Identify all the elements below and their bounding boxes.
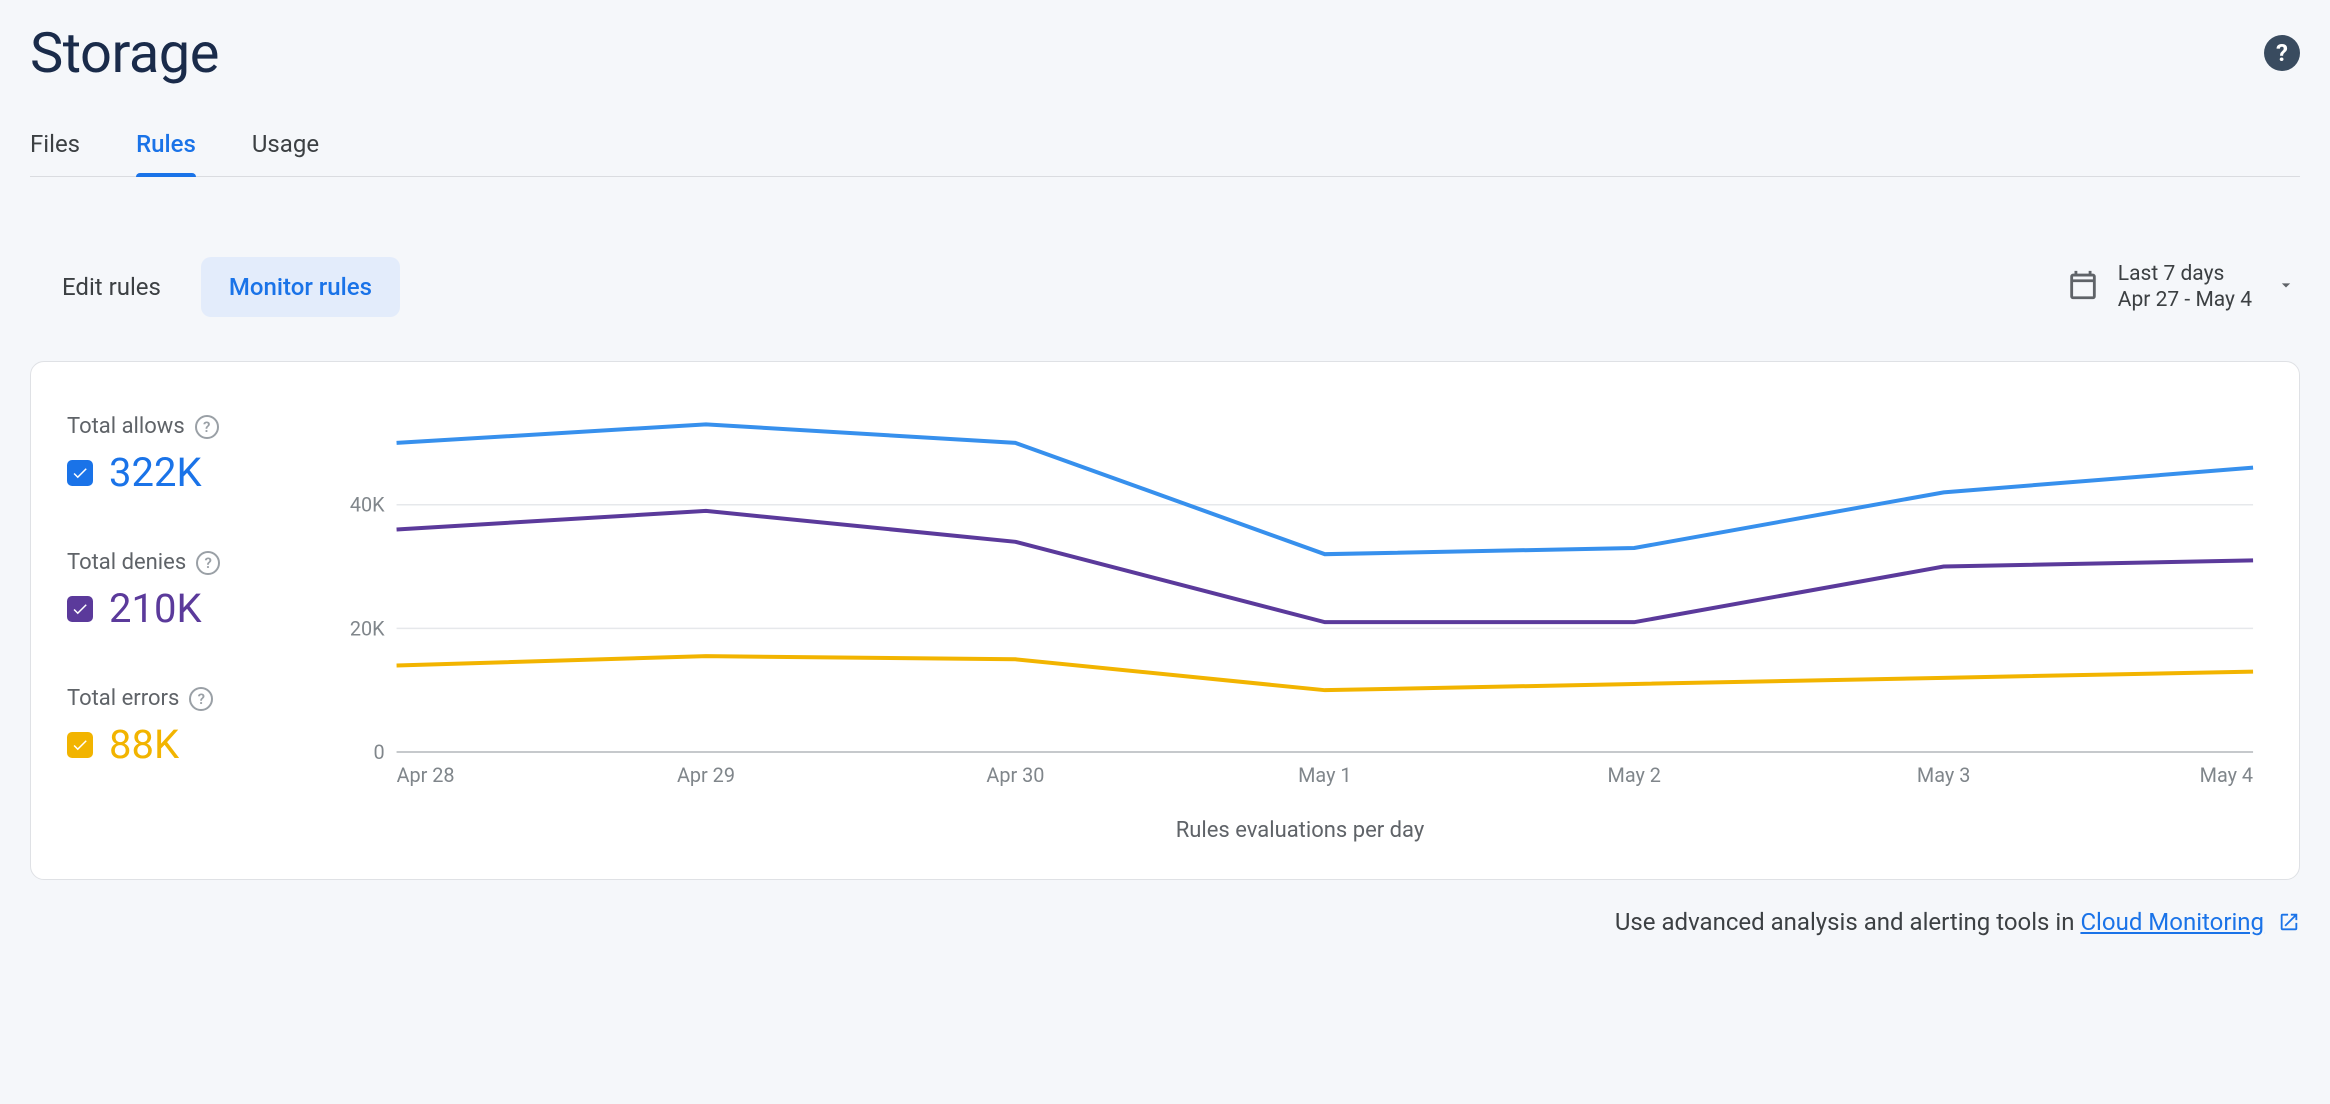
subtab-edit-rules[interactable]: Edit rules xyxy=(34,257,189,317)
legend-item-allows: Total allows ? 322K xyxy=(67,414,297,496)
date-range-text: Last 7 days Apr 27 - May 4 xyxy=(2118,261,2252,314)
legend-denies-label: Total denies xyxy=(67,550,186,575)
main-tabs: Files Rules Usage xyxy=(30,122,2300,177)
external-link-icon xyxy=(2278,911,2300,939)
legend-errors-value: 88K xyxy=(109,721,179,768)
date-range-value: Apr 27 - May 4 xyxy=(2118,287,2252,313)
legend-denies-value: 210K xyxy=(109,585,202,632)
chart-xlabel: Rules evaluations per day xyxy=(337,818,2263,843)
footer-prefix: Use advanced analysis and alerting tools… xyxy=(1615,908,2081,936)
legend-allows-value: 322K xyxy=(109,449,202,496)
rules-subtabs: Edit rules Monitor rules xyxy=(34,257,400,317)
chart-area: 0 20K 40K Apr 28 Apr 29 Apr 30 May 1 May 2 May 3… xyxy=(337,402,2263,843)
legend-allows-label: Total allows xyxy=(67,414,185,439)
svg-text:0: 0 xyxy=(373,741,384,764)
svg-text:Apr 28: Apr 28 xyxy=(397,764,455,787)
line-chart: 0 20K 40K Apr 28 Apr 29 Apr 30 May 1 May 2 May 3… xyxy=(337,402,2263,802)
svg-text:May 2: May 2 xyxy=(1608,764,1661,787)
legend-errors-label: Total errors xyxy=(67,686,179,711)
svg-text:Apr 29: Apr 29 xyxy=(677,764,735,787)
subtab-monitor-rules[interactable]: Monitor rules xyxy=(201,257,400,317)
tab-rules[interactable]: Rules xyxy=(136,122,196,176)
checkbox-errors[interactable] xyxy=(67,732,93,758)
svg-text:40K: 40K xyxy=(350,494,385,517)
help-icon[interactable]: ? xyxy=(2264,35,2300,71)
svg-text:May 3: May 3 xyxy=(1917,764,1970,787)
date-range-label: Last 7 days xyxy=(2118,261,2252,287)
checkbox-allows[interactable] xyxy=(67,460,93,486)
chart-legend: Total allows ? 322K Total denies ? 210K … xyxy=(67,402,297,843)
cloud-monitoring-link[interactable]: Cloud Monitoring xyxy=(2080,908,2264,936)
tab-usage[interactable]: Usage xyxy=(252,122,319,176)
help-circle-icon[interactable]: ? xyxy=(195,415,219,439)
chevron-down-icon xyxy=(2270,275,2296,299)
svg-text:20K: 20K xyxy=(350,617,385,640)
date-range-picker[interactable]: Last 7 days Apr 27 - May 4 xyxy=(2066,261,2296,314)
svg-text:May 1: May 1 xyxy=(1298,764,1351,787)
svg-text:Apr 30: Apr 30 xyxy=(986,764,1044,787)
legend-item-denies: Total denies ? 210K xyxy=(67,550,297,632)
svg-text:May 4: May 4 xyxy=(2200,764,2253,787)
chart-card: Total allows ? 322K Total denies ? 210K … xyxy=(30,361,2300,880)
help-circle-icon[interactable]: ? xyxy=(189,687,213,711)
footer-text: Use advanced analysis and alerting tools… xyxy=(30,908,2300,939)
calendar-icon xyxy=(2066,268,2100,306)
tab-files[interactable]: Files xyxy=(30,122,80,176)
help-circle-icon[interactable]: ? xyxy=(196,551,220,575)
checkbox-denies[interactable] xyxy=(67,596,93,622)
page-title: Storage xyxy=(30,20,219,86)
legend-item-errors: Total errors ? 88K xyxy=(67,686,297,768)
